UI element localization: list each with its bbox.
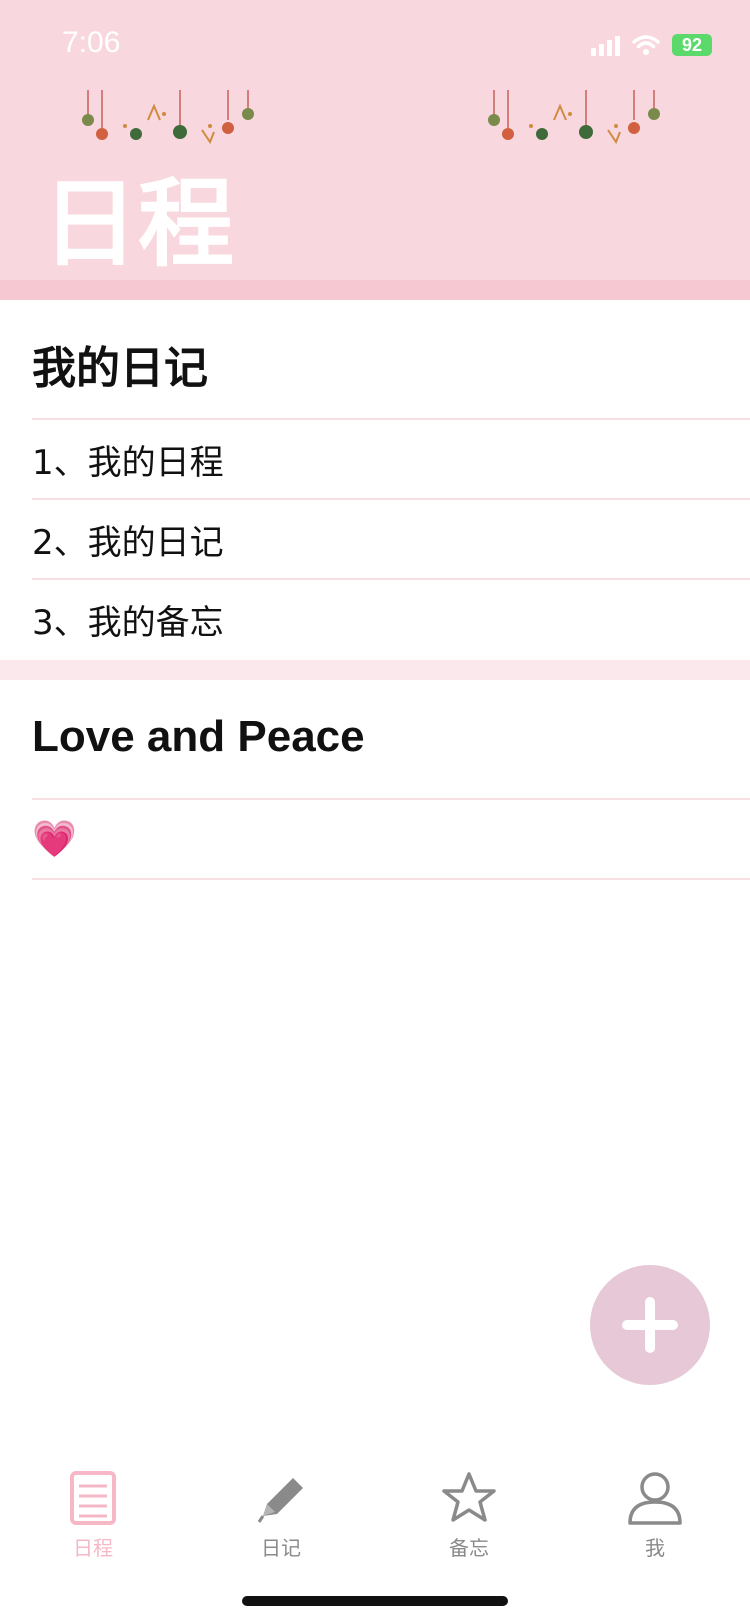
tab-label: 日程 [73,1536,113,1560]
add-button[interactable] [590,1265,710,1385]
tab-diary[interactable]: 日记 [231,1470,331,1561]
list-item[interactable]: 2、我的日记 [32,498,750,578]
status-time: 7:06 [62,26,121,59]
home-indicator[interactable] [242,1596,508,1606]
plus-icon [622,1297,678,1353]
diary-section-title: 我的日记 [32,343,208,394]
calendar-list-icon [70,1471,116,1525]
list-item-label: 3、我的备忘 [32,602,224,643]
tab-label: 我 [645,1536,665,1560]
header-divider [0,280,750,300]
list-item-label: 2、我的日记 [32,522,224,563]
ornament-garland-icon [488,90,660,145]
cellular-signal-icon [591,34,620,56]
star-icon [442,1472,496,1522]
love-section-title: Love and Peace [32,712,365,761]
person-icon [628,1472,682,1525]
header-banner: 7:06 92 日程 [0,0,750,280]
list-item-label: 1、我的日程 [32,442,224,483]
wifi-icon [632,35,660,55]
section-divider [0,660,750,680]
page-title: 日程 [42,168,234,280]
status-icons: 92 [591,32,712,58]
tab-memo[interactable]: 备忘 [419,1470,519,1561]
battery-icon: 92 [672,34,712,56]
tab-label: 备忘 [449,1536,489,1560]
tab-bar: 日程 日记 备忘 我 [0,1470,750,1580]
tab-me[interactable]: 我 [605,1470,705,1561]
row-divider [32,878,750,880]
list-item[interactable]: 💗 [32,798,750,878]
list-item[interactable]: 1、我的日程 [32,418,750,498]
ornament-garland-icon [82,90,254,145]
heart-emoji: 💗 [32,819,77,860]
tab-schedule[interactable]: 日程 [43,1470,143,1561]
tab-label: 日记 [261,1536,301,1560]
pencil-icon [257,1478,303,1523]
list-item[interactable]: 3、我的备忘 [32,578,750,658]
